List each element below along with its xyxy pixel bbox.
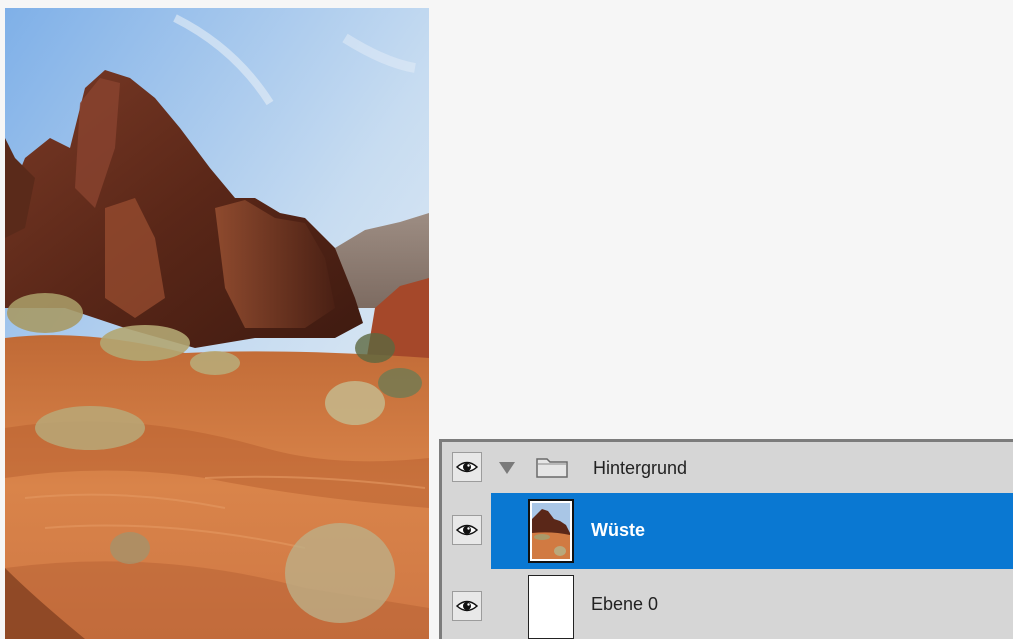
thumbnail-image — [532, 503, 570, 559]
layer-name: Hintergrund — [593, 458, 688, 478]
visibility-toggle-wuste[interactable] — [452, 515, 482, 545]
expand-caret-icon[interactable] — [499, 462, 515, 474]
layer-row-hintergrund[interactable]: Hintergrund — [442, 442, 1013, 494]
layer-row-ebene-0[interactable]: Ebene 0 — [442, 569, 1013, 639]
layers-panel: Hintergrund Wüste Ebene 0 — [439, 439, 1013, 639]
layer-name: Wüste — [591, 520, 645, 540]
eye-icon — [456, 524, 478, 536]
layer-row-wuste[interactable]: Wüste — [442, 493, 1013, 569]
eye-icon — [456, 600, 478, 612]
layer-name: Ebene 0 — [591, 594, 659, 614]
layer-thumbnail-ebene-0[interactable] — [528, 575, 574, 639]
visibility-toggle-hintergrund[interactable] — [452, 452, 482, 482]
layer-thumbnail-wuste[interactable] — [528, 499, 574, 563]
folder-icon — [536, 458, 568, 478]
visibility-toggle-ebene-0[interactable] — [452, 591, 482, 621]
document-photo — [5, 8, 429, 639]
eye-icon — [456, 461, 478, 473]
